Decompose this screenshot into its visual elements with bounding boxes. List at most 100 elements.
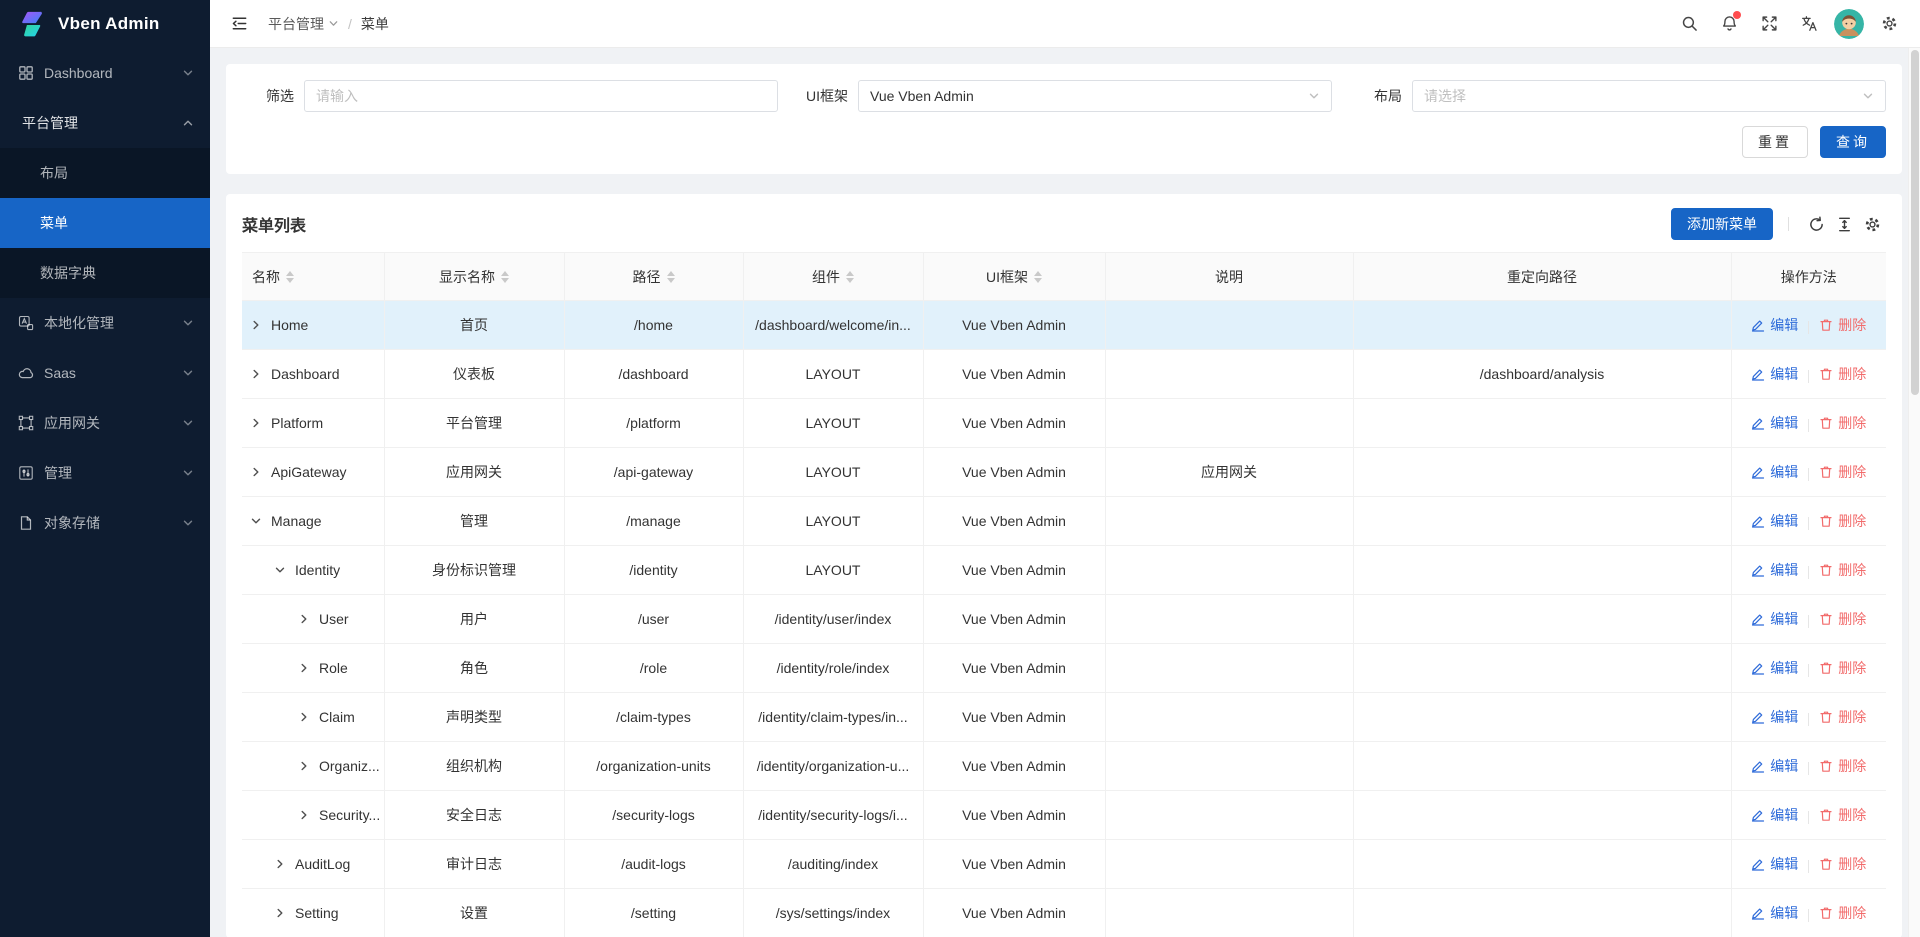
delete-icon xyxy=(1819,465,1833,479)
scrollbar-thumb[interactable] xyxy=(1911,50,1919,395)
chevron-right-icon[interactable] xyxy=(298,760,310,772)
action-separator xyxy=(1808,615,1809,628)
chevron-right-icon[interactable] xyxy=(250,417,262,429)
topbar-notifications-button[interactable] xyxy=(1712,7,1746,41)
topbar-avatar-button[interactable] xyxy=(1832,7,1866,41)
delete-button[interactable]: 删除 xyxy=(1819,511,1866,531)
delete-button[interactable]: 删除 xyxy=(1819,805,1866,825)
edit-button[interactable]: 编辑 xyxy=(1751,854,1798,874)
edit-button[interactable]: 编辑 xyxy=(1751,560,1798,580)
sidebar-item-api-gateway[interactable]: 应用网关 xyxy=(0,398,210,448)
edit-button[interactable]: 编辑 xyxy=(1751,511,1798,531)
edit-button[interactable]: 编辑 xyxy=(1751,462,1798,482)
action-separator xyxy=(1808,566,1809,579)
chevron-right-icon[interactable] xyxy=(298,809,310,821)
delete-button[interactable]: 删除 xyxy=(1819,609,1866,629)
delete-button[interactable]: 删除 xyxy=(1819,413,1866,433)
action-separator xyxy=(1808,713,1809,726)
chevron-right-icon[interactable] xyxy=(274,858,286,870)
delete-button[interactable]: 删除 xyxy=(1819,707,1866,727)
sort-carets-icon[interactable] xyxy=(286,271,294,283)
add-menu-button[interactable]: 添加新菜单 xyxy=(1671,208,1773,240)
delete-button[interactable]: 删除 xyxy=(1819,462,1866,482)
refresh-button[interactable] xyxy=(1802,210,1830,238)
menu-fold-button[interactable] xyxy=(226,11,252,37)
column-header-0[interactable]: 名称 xyxy=(242,253,384,301)
topbar-language-button[interactable] xyxy=(1792,7,1826,41)
edit-button[interactable]: 编辑 xyxy=(1751,413,1798,433)
delete-button[interactable]: 删除 xyxy=(1819,903,1866,923)
delete-button[interactable]: 删除 xyxy=(1819,364,1866,384)
edit-button[interactable]: 编辑 xyxy=(1751,707,1798,727)
sidebar-item-saas[interactable]: Saas xyxy=(0,348,210,398)
sidebar-item-data-dictionary[interactable]: 数据字典 xyxy=(0,248,210,298)
edit-icon xyxy=(1751,612,1765,626)
delete-button[interactable]: 删除 xyxy=(1819,756,1866,776)
chevron-down-icon[interactable] xyxy=(250,515,262,527)
topbar-search-button[interactable] xyxy=(1672,7,1706,41)
sidebar-item-layout[interactable]: 布局 xyxy=(0,148,210,198)
sidebar-item-menu[interactable]: 菜单 xyxy=(0,198,210,248)
framework-select[interactable]: Vue Vben Admin xyxy=(858,80,1332,112)
path-cell: /audit-logs xyxy=(564,840,743,889)
edit-button[interactable]: 编辑 xyxy=(1751,805,1798,825)
column-header-inner: 显示名称 xyxy=(439,267,509,287)
chevron-down-icon[interactable] xyxy=(274,564,286,576)
edit-button[interactable]: 编辑 xyxy=(1751,903,1798,923)
actions-cell: 编辑 删除 xyxy=(1731,791,1886,840)
reset-button[interactable]: 重置 xyxy=(1742,126,1808,158)
sort-carets-icon[interactable] xyxy=(1034,271,1042,283)
keyword-input[interactable] xyxy=(304,80,778,112)
column-header-3[interactable]: 组件 xyxy=(743,253,923,301)
layout-select[interactable]: 请选择 xyxy=(1412,80,1886,112)
edit-icon xyxy=(1751,661,1765,675)
table-row: Home首页/home/dashboard/welcome/in...Vue V… xyxy=(242,301,1886,350)
chevron-right-icon[interactable] xyxy=(250,368,262,380)
action-separator xyxy=(1808,517,1809,530)
delete-label: 删除 xyxy=(1838,364,1866,384)
column-header-2[interactable]: 路径 xyxy=(564,253,743,301)
topbar-settings-button[interactable] xyxy=(1872,7,1906,41)
edit-label: 编辑 xyxy=(1770,854,1798,874)
sort-carets-icon[interactable] xyxy=(667,271,675,283)
edit-button[interactable]: 编辑 xyxy=(1751,609,1798,629)
delete-button[interactable]: 删除 xyxy=(1819,854,1866,874)
edit-button[interactable]: 编辑 xyxy=(1751,756,1798,776)
sidebar-item-manage[interactable]: 管理 xyxy=(0,448,210,498)
sidebar-item-dashboard[interactable]: Dashboard xyxy=(0,48,210,98)
menu-name-cell: AuditLog xyxy=(242,840,384,889)
chevron-right-icon[interactable] xyxy=(298,662,310,674)
chevron-right-icon[interactable] xyxy=(274,907,286,919)
row-height-button[interactable] xyxy=(1830,210,1858,238)
chevron-right-icon[interactable] xyxy=(250,319,262,331)
topbar-fullscreen-button[interactable] xyxy=(1752,7,1786,41)
chevron-right-icon[interactable] xyxy=(298,613,310,625)
chevron-right-icon[interactable] xyxy=(250,466,262,478)
delete-button[interactable]: 删除 xyxy=(1819,658,1866,678)
edit-button[interactable]: 编辑 xyxy=(1751,658,1798,678)
framework-cell: Vue Vben Admin xyxy=(923,497,1105,546)
vertical-scrollbar[interactable] xyxy=(1908,48,1920,937)
edit-button[interactable]: 编辑 xyxy=(1751,364,1798,384)
search-button[interactable]: 查询 xyxy=(1820,126,1886,158)
delete-button[interactable]: 删除 xyxy=(1819,560,1866,580)
sort-carets-icon[interactable] xyxy=(501,271,509,283)
sidebar-item-localization[interactable]: 本地化管理 xyxy=(0,298,210,348)
menu-name-wrap: ApiGateway xyxy=(242,464,384,480)
chevron-right-icon[interactable] xyxy=(298,711,310,723)
breadcrumb-parent[interactable]: 平台管理 xyxy=(268,14,339,34)
sidebar-item-object-storage[interactable]: 对象存储 xyxy=(0,498,210,548)
topbar-actions xyxy=(1672,7,1906,41)
table-header-bar: 菜单列表 添加新菜单 xyxy=(242,206,1886,242)
framework-cell: Vue Vben Admin xyxy=(923,693,1105,742)
table-settings-button[interactable] xyxy=(1858,210,1886,238)
app-logo[interactable]: Vben Admin xyxy=(0,0,210,48)
framework-cell: Vue Vben Admin xyxy=(923,399,1105,448)
sort-carets-icon[interactable] xyxy=(846,271,854,283)
column-header-1[interactable]: 显示名称 xyxy=(384,253,564,301)
column-header-4[interactable]: UI框架 xyxy=(923,253,1105,301)
sliders-icon xyxy=(18,465,34,481)
delete-button[interactable]: 删除 xyxy=(1819,315,1866,335)
sidebar-item-platform[interactable]: 平台管理 xyxy=(0,98,210,148)
edit-button[interactable]: 编辑 xyxy=(1751,315,1798,335)
